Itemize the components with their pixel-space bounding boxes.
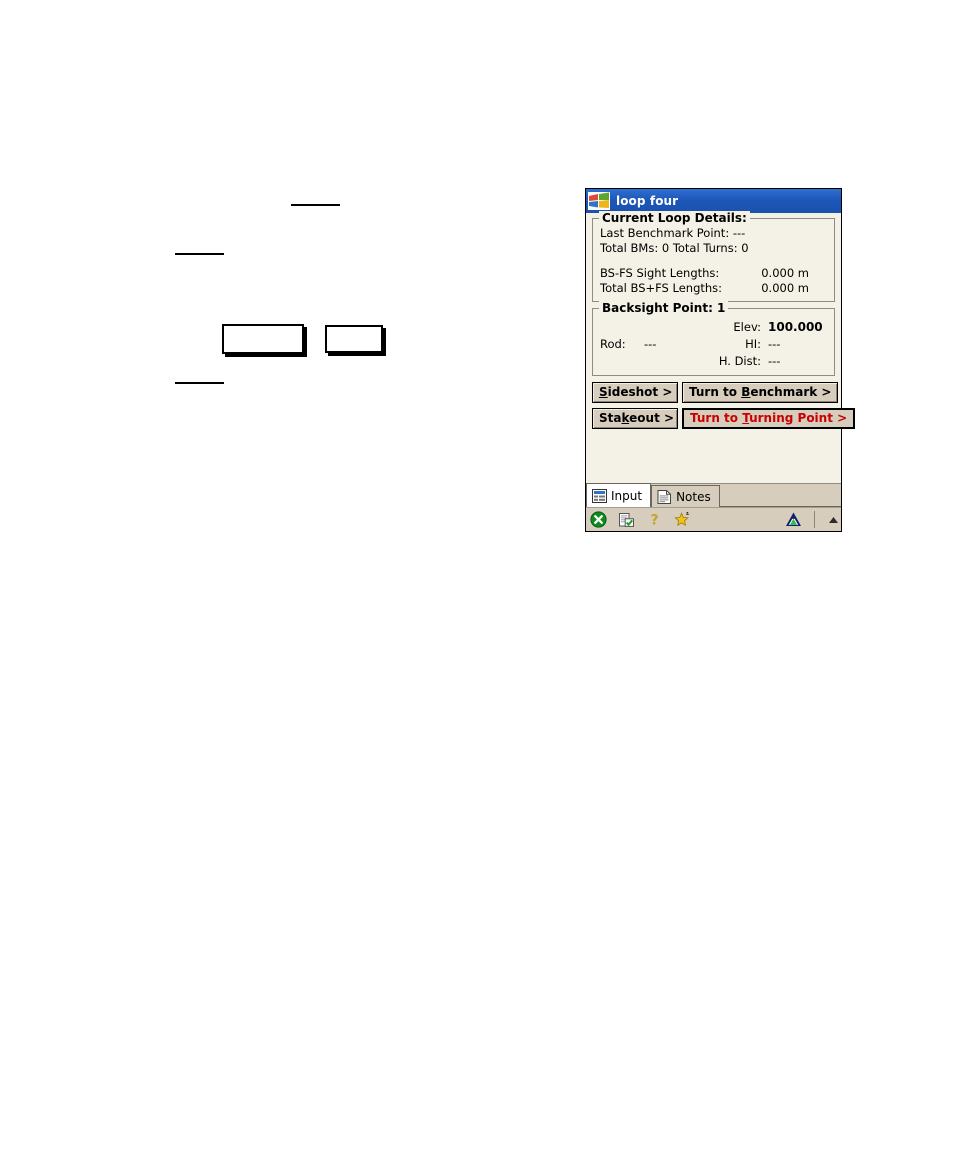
h-dist-label: H. Dist:	[718, 354, 761, 368]
grid-blank-1	[600, 319, 644, 336]
last-benchmark-point-label: Last Benchmark Point: ---	[600, 226, 746, 240]
window-titlebar: loop four	[586, 189, 841, 213]
tab-notes[interactable]: Notes	[651, 485, 720, 507]
tab-notes-label: Notes	[676, 489, 711, 504]
current-loop-details-group: Current Loop Details: Last Benchmark Poi…	[592, 211, 835, 302]
bs-fs-sight-lengths-row: BS-FS Sight Lengths: 0.000 m	[600, 266, 827, 281]
help-icon[interactable]: ?	[646, 511, 663, 529]
sideshot-button-label: Sideshot >	[599, 385, 673, 399]
favorites-icon[interactable]	[674, 511, 691, 528]
bs-fs-sight-lengths-label: BS-FS Sight Lengths:	[600, 266, 720, 280]
file-properties-icon[interactable]	[618, 511, 635, 528]
stakeout-button[interactable]: Stakeout >	[592, 408, 678, 429]
statusbar: ?	[586, 507, 841, 531]
total-bs-fs-lengths-row: Total BS+FS Lengths: 0.000 m	[600, 281, 827, 296]
tabstrip: Input Notes	[586, 483, 841, 507]
elev-label: Elev:	[733, 320, 761, 334]
window-client-area: Current Loop Details: Last Benchmark Poi…	[586, 211, 856, 483]
grid-blank-2	[644, 319, 706, 336]
sideshot-button[interactable]: Sideshot >	[592, 382, 678, 403]
rod-label: Rod:	[600, 337, 626, 351]
scroll-up-icon[interactable]	[828, 511, 839, 528]
placeholder-box-right	[325, 325, 383, 353]
tab-input[interactable]: Input	[586, 483, 652, 507]
tab-input-label: Input	[611, 488, 643, 503]
form-input-icon	[592, 488, 607, 503]
hi-label: HI:	[745, 337, 761, 351]
turn-to-benchmark-button[interactable]: Turn to Benchmark >	[682, 382, 839, 403]
h-dist-value: ---	[768, 354, 781, 368]
svg-text:?: ?	[650, 513, 658, 529]
action-buttons-row-1: Sideshot > Turn to Benchmark >	[592, 382, 839, 403]
elev-value: 100.000	[768, 320, 823, 334]
pocketpc-app-window: loop four Current Loop Details: Last Ben…	[585, 188, 856, 532]
action-buttons-row-2: Stakeout > Turn to Turning Point >	[592, 408, 856, 429]
app-logo-icon[interactable]	[785, 511, 802, 528]
placeholder-rule-lower-left	[175, 382, 224, 384]
totals-label: Total BMs: 0 Total Turns: 0	[600, 241, 749, 255]
rod-value: ---	[644, 337, 657, 351]
statusbar-separator	[814, 511, 815, 528]
placeholder-rule-top	[291, 204, 340, 206]
window-title: loop four	[616, 194, 679, 208]
grid-blank-3	[600, 353, 644, 370]
turn-to-benchmark-button-label: Turn to Benchmark >	[689, 385, 832, 399]
tabstrip-filler	[719, 484, 841, 507]
hi-value: ---	[768, 337, 781, 351]
turn-to-turning-point-button-label: Turn to Turning Point >	[690, 411, 848, 425]
backsight-values-grid: Elev: 100.000 Rod: --- HI: --- H. Dist: …	[600, 319, 827, 370]
windows-flag-icon[interactable]	[588, 192, 610, 210]
turn-to-turning-point-button[interactable]: Turn to Turning Point >	[682, 408, 856, 429]
notes-page-icon	[657, 489, 672, 504]
current-loop-details-title: Current Loop Details:	[599, 211, 750, 225]
grid-blank-4	[644, 353, 706, 370]
close-icon[interactable]	[590, 511, 607, 528]
total-bs-fs-lengths-value: 0.000 m	[761, 281, 809, 295]
bs-fs-sight-lengths-value: 0.000 m	[761, 266, 809, 280]
stakeout-button-label: Stakeout >	[599, 411, 675, 425]
backsight-point-group: Backsight Point: 1 Elev: 100.000 Rod: --…	[592, 301, 835, 376]
placeholder-rule-upper-left	[175, 253, 224, 255]
placeholder-box-left	[222, 324, 304, 354]
action-buttons: Sideshot > Turn to Benchmark > Stakeout …	[592, 382, 856, 429]
backsight-point-title: Backsight Point: 1	[599, 301, 729, 315]
total-bs-fs-lengths-label: Total BS+FS Lengths:	[600, 281, 723, 295]
